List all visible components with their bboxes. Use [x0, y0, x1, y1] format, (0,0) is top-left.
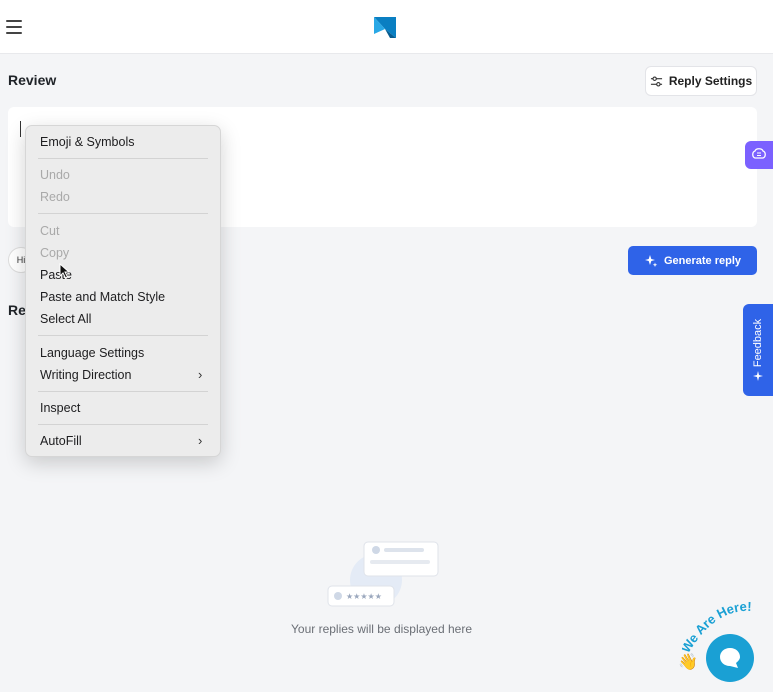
menu-item-redo: Redo	[40, 190, 70, 204]
sliders-icon	[650, 75, 662, 87]
brain-icon	[752, 148, 766, 159]
side-assistant-tab[interactable]	[745, 141, 773, 169]
empty-replies-text: Your replies will be displayed here	[291, 622, 472, 636]
menu-divider	[38, 213, 208, 214]
menu-item-autofill[interactable]: AutoFill	[40, 432, 82, 450]
review-heading: Review	[8, 72, 57, 88]
menu-item-undo: Undo	[40, 168, 70, 182]
menu-divider	[38, 335, 208, 336]
chat-icon	[720, 648, 740, 668]
menu-item-inspect[interactable]: Inspect	[40, 399, 80, 417]
chat-launcher-button[interactable]	[706, 634, 754, 682]
app-logo-icon[interactable]	[372, 14, 398, 40]
replies-heading: Re	[8, 302, 26, 318]
menu-item-copy: Copy	[40, 246, 70, 260]
empty-replies-illustration: ★★★★★	[327, 541, 439, 607]
top-bar	[0, 0, 773, 54]
text-caret	[20, 121, 21, 137]
feedback-label: Feedback	[752, 318, 764, 368]
feedback-tab[interactable]: Feedback	[743, 304, 773, 396]
sparkle-icon	[753, 371, 763, 382]
menu-item-select-all[interactable]: Select All	[40, 310, 91, 328]
reply-settings-label: Reply Settings	[668, 74, 753, 88]
menu-item-writing-direction[interactable]: Writing Direction	[40, 366, 131, 384]
menu-item-cut: Cut	[40, 224, 60, 238]
hamburger-icon[interactable]	[6, 20, 22, 34]
svg-text:★★★★★: ★★★★★	[346, 592, 382, 601]
menu-divider	[38, 158, 208, 159]
context-menu: Emoji & Symbols Undo Redo Cut Copy Paste…	[25, 125, 221, 457]
mouse-cursor-icon	[59, 263, 71, 279]
menu-divider	[38, 424, 208, 425]
menu-item-emoji[interactable]: Emoji & Symbols	[40, 133, 134, 151]
generate-reply-label: Generate reply	[663, 254, 742, 267]
reply-settings-button[interactable]: Reply Settings	[645, 66, 757, 96]
menu-item-paste-match-style[interactable]: Paste and Match Style	[40, 288, 165, 306]
wave-hand-icon: 👋	[678, 654, 698, 671]
chevron-right-icon: ›	[198, 433, 203, 448]
menu-item-language-settings[interactable]: Language Settings	[40, 344, 144, 362]
menu-divider	[38, 391, 208, 392]
chevron-right-icon: ›	[198, 367, 203, 382]
sparkle-icon	[644, 254, 658, 267]
generate-reply-button[interactable]: Generate reply	[628, 246, 757, 275]
